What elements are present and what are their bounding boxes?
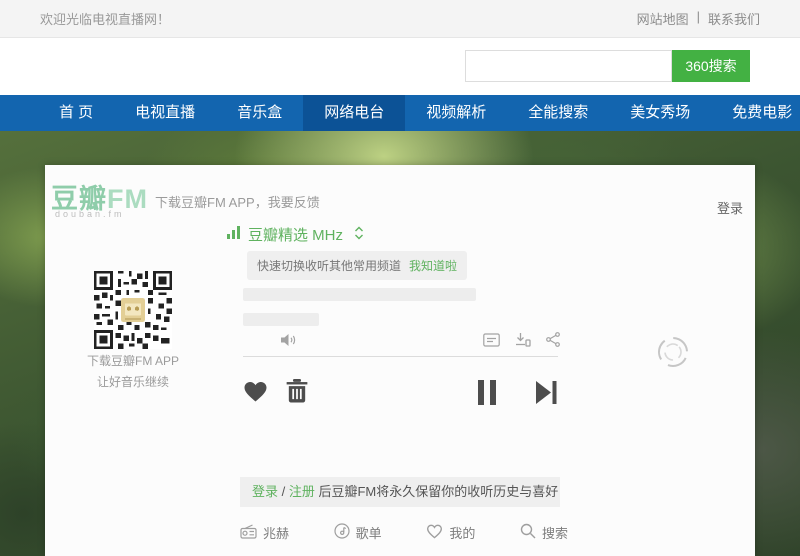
- search-section: 360搜索: [0, 38, 800, 95]
- bottom-nav-search[interactable]: 搜索: [520, 523, 568, 542]
- forest-background: 豆瓣FM douban.fm 下载豆瓣FM APP，我要反馈 登录 豆瓣精选 M…: [0, 131, 800, 556]
- search-input[interactable]: [465, 50, 672, 82]
- main-nav: 首 页 电视直播 音乐盒 网络电台 视频解析 全能搜索 美女秀场 免费电影 优惠…: [0, 95, 800, 131]
- sitemap-link[interactable]: 网站地图: [637, 9, 689, 28]
- fm-header-links: 下载豆瓣FM APP，我要反馈: [155, 192, 320, 211]
- download-app-link[interactable]: 下载豆瓣FM APP: [155, 195, 255, 210]
- nav-item-free-movies[interactable]: 免费电影: [711, 95, 800, 131]
- tooltip-dismiss-link[interactable]: 我知道啦: [409, 259, 457, 273]
- bottom-nav-label: 歌单: [356, 523, 382, 542]
- loading-spinner-icon: [655, 334, 691, 370]
- notice-slash: /: [278, 484, 289, 499]
- welcome-text: 欢迎光临电视直播网！: [40, 9, 170, 28]
- chevron-updown-icon: [354, 226, 364, 244]
- nav-item-tv-live[interactable]: 电视直播: [114, 95, 216, 131]
- search-icon: [520, 523, 536, 542]
- bottom-nav-label: 兆赫: [263, 523, 289, 542]
- bottom-nav-label: 搜索: [542, 523, 568, 542]
- search-form: 360搜索: [465, 50, 750, 82]
- tooltip-message: 快速切换收听其他常用频道: [257, 259, 401, 273]
- bottom-nav-playlist[interactable]: 歌单: [334, 523, 382, 542]
- notice-rest-text: 后豆瓣FM将永久保留你的收听历史与喜好: [315, 484, 558, 499]
- download-icon[interactable]: [515, 332, 531, 347]
- player-controls: [243, 379, 560, 407]
- douban-fm-panel: 豆瓣FM douban.fm 下载豆瓣FM APP，我要反馈 登录 豆瓣精选 M…: [45, 165, 755, 556]
- qr-caption-line2: 让好音乐继续: [73, 374, 193, 391]
- feedback-link[interactable]: 我要反馈: [268, 195, 320, 210]
- nav-item-beauty-show[interactable]: 美女秀场: [609, 95, 711, 131]
- qr-code: [94, 271, 172, 349]
- nav-item-video-parse[interactable]: 视频解析: [405, 95, 507, 131]
- lyrics-icon[interactable]: [483, 333, 500, 347]
- player-area: [243, 283, 560, 418]
- trash-button[interactable]: [286, 379, 308, 408]
- like-heart-button[interactable]: [243, 381, 268, 408]
- volume-icon[interactable]: [281, 333, 298, 352]
- nav-item-home[interactable]: 首 页: [38, 95, 114, 131]
- logo-domain-text: douban.fm: [55, 209, 125, 219]
- topbar-links: 网站地图 | 联系我们: [637, 9, 760, 28]
- next-track-button[interactable]: [536, 380, 557, 410]
- search-360-button[interactable]: 360搜索: [672, 50, 750, 82]
- bottom-nav-mine[interactable]: 我的: [426, 523, 475, 542]
- player-icon-row: [243, 332, 560, 350]
- contact-link[interactable]: 联系我们: [708, 9, 760, 28]
- bottom-nav-mhz[interactable]: 兆赫: [240, 523, 289, 542]
- qr-caption-line1: 下载豆瓣FM APP: [73, 353, 193, 370]
- nav-item-all-search[interactable]: 全能搜索: [507, 95, 609, 131]
- bottom-nav-label: 我的: [449, 523, 475, 542]
- song-title-placeholder: [243, 288, 476, 301]
- notice-register-link[interactable]: 注册: [289, 484, 315, 499]
- qr-block: 下载豆瓣FM APP 让好音乐继续: [73, 271, 193, 391]
- channel-tooltip: 快速切换收听其他常用频道我知道啦: [247, 251, 467, 280]
- signal-bars-icon: [227, 226, 241, 243]
- playlist-icon: [334, 523, 350, 542]
- login-notice: 登录 / 注册 后豆瓣FM将永久保留你的收听历史与喜好: [240, 477, 560, 507]
- share-icon[interactable]: [546, 332, 560, 347]
- player-secondary-icons: [483, 332, 560, 347]
- page: 欢迎光临电视直播网！ 网站地图 | 联系我们 360搜索 首 页 电视直播 音乐…: [0, 0, 800, 556]
- radio-icon: [240, 524, 257, 542]
- nav-item-web-radio[interactable]: 网络电台: [303, 95, 405, 131]
- fm-login-link[interactable]: 登录: [717, 198, 743, 217]
- notice-login-link[interactable]: 登录: [252, 484, 278, 499]
- top-utility-bar: 欢迎光临电视直播网！ 网站地图 | 联系我们: [0, 0, 800, 38]
- header-separator: ，: [255, 195, 268, 210]
- heart-outline-icon: [426, 524, 443, 542]
- topbar-divider: |: [697, 9, 700, 28]
- nav-item-music-box[interactable]: 音乐盒: [216, 95, 303, 131]
- channel-selector[interactable]: 豆瓣精选 MHz: [227, 224, 364, 245]
- pause-button[interactable]: [476, 380, 499, 410]
- progress-bar[interactable]: [243, 356, 558, 357]
- fm-bottom-nav: 兆赫 歌单: [240, 523, 568, 542]
- channel-name: 豆瓣精选 MHz: [248, 224, 343, 245]
- artist-placeholder: [243, 313, 319, 326]
